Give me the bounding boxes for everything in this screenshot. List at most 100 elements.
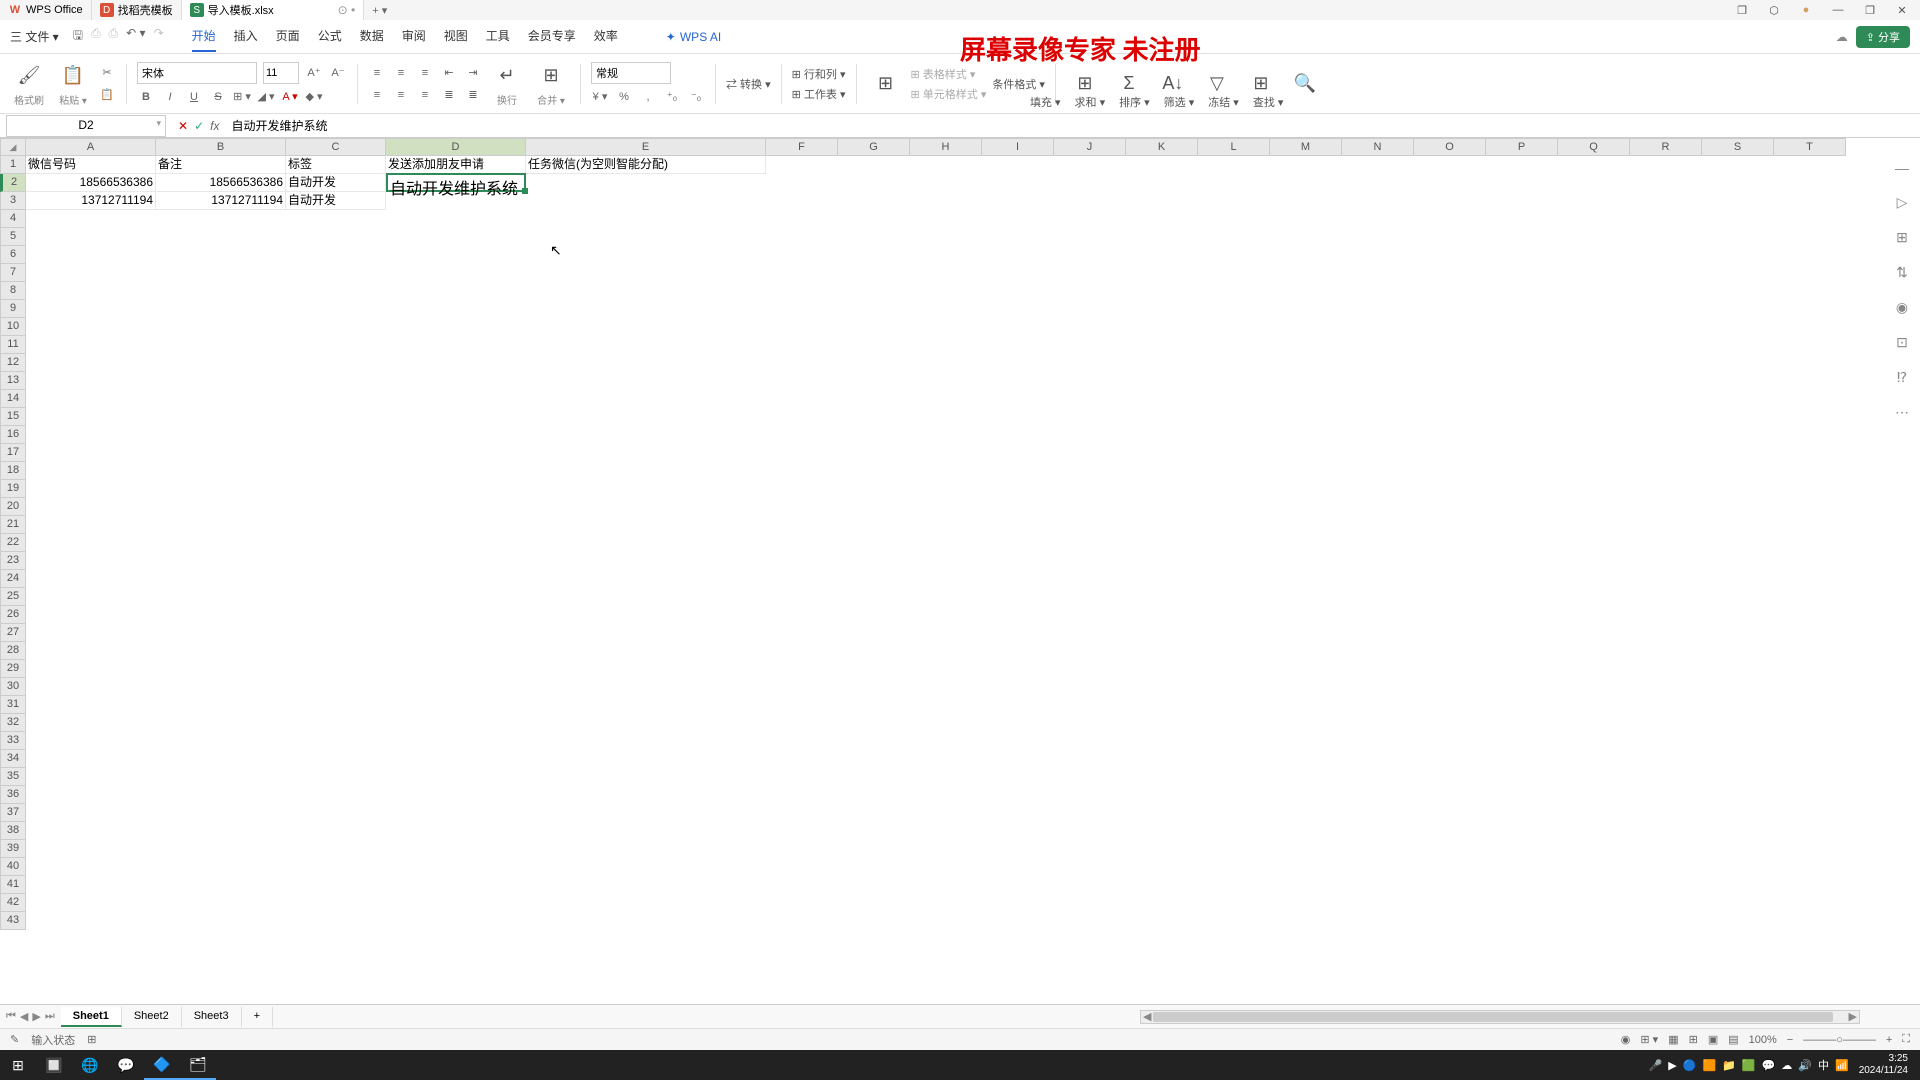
fill-handle[interactable] [522, 188, 528, 194]
row-header-3[interactable]: 3 [0, 192, 26, 210]
align-top-icon[interactable]: ≡ [368, 64, 386, 82]
sheet-nav-last[interactable]: ⏭ [45, 1010, 55, 1023]
start-button[interactable]: ⊞ [0, 1050, 36, 1080]
tray-network-icon[interactable]: 📶 [1835, 1059, 1849, 1072]
row-header-17[interactable]: 17 [0, 444, 26, 462]
view-break-icon[interactable]: ▣ [1708, 1033, 1718, 1046]
row-header-12[interactable]: 12 [0, 354, 26, 372]
row-header-36[interactable]: 36 [0, 786, 26, 804]
row-header-27[interactable]: 27 [0, 624, 26, 642]
row-header-22[interactable]: 22 [0, 534, 26, 552]
row-headers[interactable]: 1234567891011121314151617181920212223242… [0, 156, 26, 930]
row-header-33[interactable]: 33 [0, 732, 26, 750]
convert-button[interactable]: ⇄ 转换 ▾ [726, 76, 771, 92]
sheet-tab-1[interactable]: Sheet1 [61, 1007, 122, 1027]
tab-data[interactable]: 数据 [360, 21, 384, 52]
tray-icon-4[interactable]: 🟧 [1702, 1059, 1716, 1072]
font-name-combo[interactable] [137, 62, 257, 84]
tab-page[interactable]: 页面 [276, 21, 300, 52]
col-header-M[interactable]: M [1270, 138, 1342, 156]
tab-options[interactable]: ⊙ • [338, 3, 356, 17]
sheet-nav-prev[interactable]: ◀ [20, 1010, 28, 1023]
cell-B3[interactable]: 13712711194 [156, 192, 286, 210]
number-format-combo[interactable] [591, 62, 671, 84]
save-icon[interactable]: 🖫 [73, 26, 83, 47]
app-icon-1[interactable]: 🔷 [144, 1050, 180, 1080]
justify-icon[interactable]: ≣ [440, 86, 458, 104]
cell-C3[interactable]: 自动开发 [286, 192, 386, 210]
sort-button[interactable]: 排序 ▾ [1119, 94, 1150, 110]
increase-decimal-button[interactable]: ⁺₀ [663, 88, 681, 106]
row-header-23[interactable]: 23 [0, 552, 26, 570]
select-all-corner[interactable]: ◢ [0, 138, 26, 156]
row-header-43[interactable]: 43 [0, 912, 26, 930]
col-header-R[interactable]: R [1630, 138, 1702, 156]
sheet-nav-first[interactable]: ⏮ [6, 1010, 16, 1023]
wps-ai-button[interactable]: ✦ WPS AI [666, 30, 721, 44]
row-header-31[interactable]: 31 [0, 696, 26, 714]
redo-icon[interactable]: ↷ [154, 26, 164, 47]
side-icon-select[interactable]: ▷ [1897, 194, 1908, 211]
cancel-icon[interactable]: ✕ [178, 119, 188, 133]
column-headers[interactable]: ABCDEFGHIJKLMNOPQRST [26, 138, 1880, 156]
zoom-in-button[interactable]: + [1886, 1034, 1892, 1046]
sheet-nav-next[interactable]: ▶ [32, 1010, 40, 1023]
taskview-button[interactable]: 🔲 [36, 1050, 72, 1080]
row-header-10[interactable]: 10 [0, 318, 26, 336]
row-header-8[interactable]: 8 [0, 282, 26, 300]
row-header-1[interactable]: 1 [0, 156, 26, 174]
align-bottom-icon[interactable]: ≡ [416, 64, 434, 82]
col-header-P[interactable]: P [1486, 138, 1558, 156]
cut-icon[interactable]: ✂ [98, 64, 116, 82]
row-header-21[interactable]: 21 [0, 516, 26, 534]
cell-D1[interactable]: 发送添加朋友申请 [386, 156, 526, 174]
wrap-button[interactable]: ↵换行 [488, 60, 526, 107]
comma-button[interactable]: , [639, 88, 657, 106]
tab-docer[interactable]: D 找稻壳模板 [92, 0, 182, 20]
side-icon-app[interactable]: ⊡ [1896, 334, 1908, 351]
increase-font-icon[interactable]: A⁺ [305, 64, 323, 82]
percent-button[interactable]: % [615, 88, 633, 106]
col-header-O[interactable]: O [1414, 138, 1486, 156]
share-button[interactable]: ⇪ 分享 [1856, 26, 1910, 48]
minimize-button[interactable]: — [1828, 4, 1848, 17]
currency-button[interactable]: ¥ ▾ [591, 88, 609, 106]
row-header-32[interactable]: 32 [0, 714, 26, 732]
row-header-6[interactable]: 6 [0, 246, 26, 264]
col-header-Q[interactable]: Q [1558, 138, 1630, 156]
row-header-40[interactable]: 40 [0, 858, 26, 876]
row-header-2[interactable]: 2 [0, 174, 26, 192]
sum-button[interactable]: 求和 ▾ [1075, 94, 1106, 110]
align-middle-icon[interactable]: ≡ [392, 64, 410, 82]
distribute-icon[interactable]: ≣ [464, 86, 482, 104]
col-header-H[interactable]: H [910, 138, 982, 156]
row-header-39[interactable]: 39 [0, 840, 26, 858]
row-header-25[interactable]: 25 [0, 588, 26, 606]
col-header-T[interactable]: T [1774, 138, 1846, 156]
zoom-slider[interactable]: ———○——— [1803, 1034, 1876, 1046]
undo-icon[interactable]: ↶ ▾ [126, 26, 145, 47]
col-header-S[interactable]: S [1702, 138, 1774, 156]
view-full-icon[interactable]: ▤ [1728, 1033, 1738, 1046]
row-header-19[interactable]: 19 [0, 480, 26, 498]
tab-efficiency[interactable]: 效率 [594, 21, 618, 52]
col-header-E[interactable]: E [526, 138, 766, 156]
side-icon-more[interactable]: ⋯ [1895, 404, 1909, 421]
confirm-icon[interactable]: ✓ [194, 119, 204, 133]
cell-style-button[interactable]: ⊞ 单元格样式 ▾ [911, 86, 987, 102]
zoom-value[interactable]: 100% [1749, 1034, 1777, 1046]
side-icon-help[interactable]: ⁉ [1897, 369, 1907, 386]
highlight-button[interactable]: ◆ ▾ [305, 88, 323, 106]
sheet-tab-2[interactable]: Sheet2 [122, 1007, 182, 1027]
table-button[interactable]: ⊞ [867, 69, 905, 99]
sheet-tab-3[interactable]: Sheet3 [182, 1007, 242, 1027]
print-icon[interactable]: ⎙ [91, 26, 101, 47]
row-header-11[interactable]: 11 [0, 336, 26, 354]
cell-B1[interactable]: 备注 [156, 156, 286, 174]
fx-icon[interactable]: fx [210, 119, 219, 133]
tab-review[interactable]: 审阅 [402, 21, 426, 52]
avatar-icon[interactable]: ● [1796, 4, 1816, 17]
tab-wps-office[interactable]: W WPS Office [0, 0, 92, 20]
row-header-35[interactable]: 35 [0, 768, 26, 786]
window-icon-2[interactable]: ⬡ [1764, 4, 1784, 17]
